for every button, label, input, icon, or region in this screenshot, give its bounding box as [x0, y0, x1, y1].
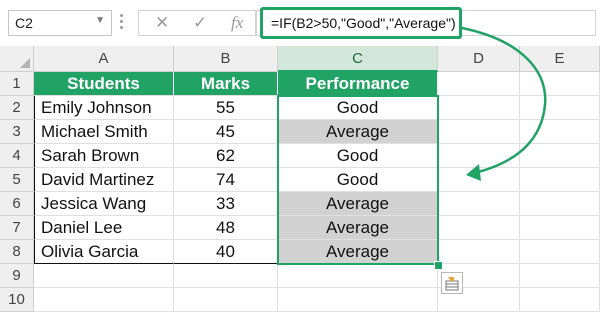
arrow-curve — [461, 26, 547, 176]
annotation-arrow — [461, 26, 547, 181]
arrow-head — [466, 164, 481, 181]
quick-analysis-icon[interactable] — [441, 272, 463, 294]
